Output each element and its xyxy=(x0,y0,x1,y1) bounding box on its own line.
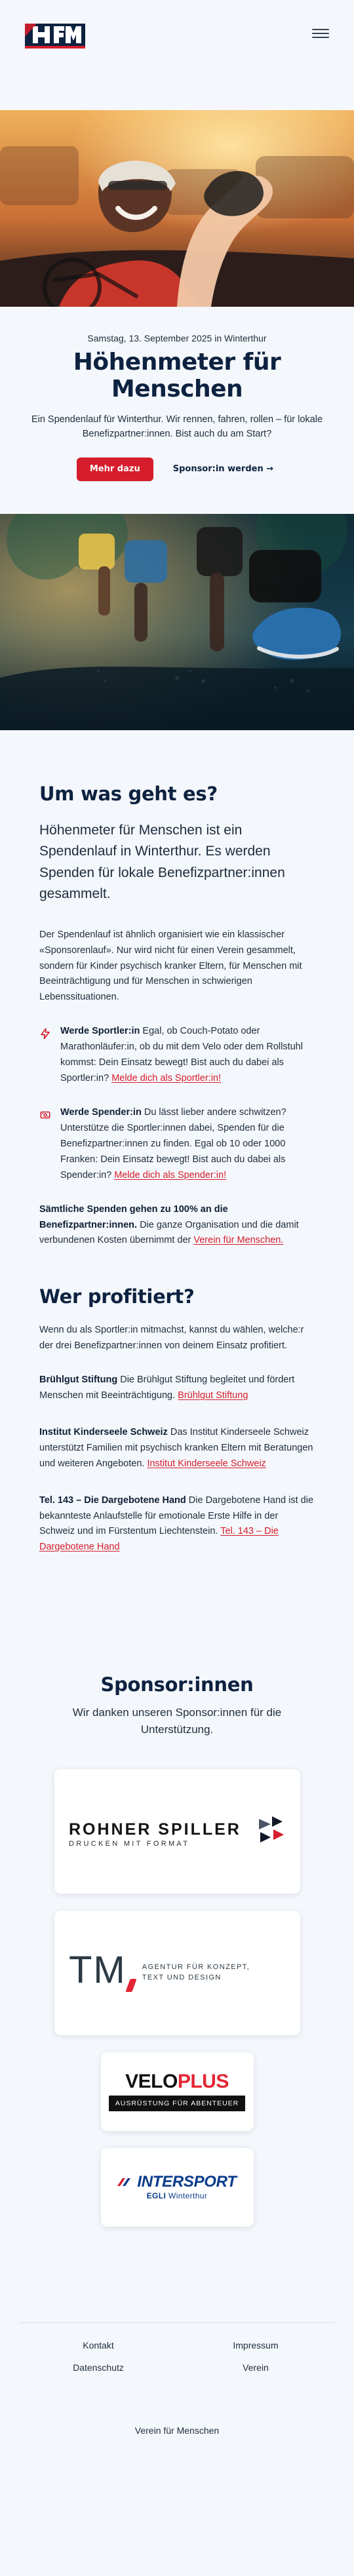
feature-athlete-text: Werde Sportler:in Egal, ob Couch-Potato … xyxy=(60,1024,315,1087)
feature-athlete: Werde Sportler:in Egal, ob Couch-Potato … xyxy=(39,1024,315,1087)
association-link[interactable]: Verein für Menschen. xyxy=(193,1235,283,1245)
donation-note: Sämtliche Spenden gehen zu 100% an die B… xyxy=(39,1202,315,1249)
running-photo xyxy=(0,513,354,730)
intersport-mark-icon xyxy=(117,2177,131,2186)
tm-mark: TM xyxy=(69,1948,137,1992)
beneficiary-name: Tel. 143 – Die Dargebotene Hand xyxy=(39,1494,186,1506)
tm-line-1: AGENTUR FÜR KONZEPT, xyxy=(142,1962,250,1971)
become-sponsor-link[interactable]: Sponsor:in werden → xyxy=(169,463,277,475)
beneficiary-name: Institut Kinderseele Schweiz xyxy=(39,1426,168,1437)
intersport-logo: INTERSPORT EGLI Winterthur xyxy=(117,2172,237,2200)
feature-donor: Werde Spender:in Du lässt lieber andere … xyxy=(39,1105,315,1184)
donor-signup-link[interactable]: Melde dich als Spender:in! xyxy=(114,1170,226,1181)
page-title: Höhenmeter für Menschen xyxy=(73,349,281,403)
page: Samstag, 13. September 2025 in Winterthu… xyxy=(0,0,354,2475)
beneficiary-link-bruehlgut[interactable]: Brühlgut Stiftung xyxy=(178,1390,248,1401)
beneficiaries-title: Wer profitiert? xyxy=(39,1285,195,1308)
hamburger-icon-line xyxy=(312,33,329,34)
intro: Samstag, 13. September 2025 in Winterthu… xyxy=(0,307,354,502)
hero-photo xyxy=(0,110,354,307)
sponsor-card-rohner-spiller[interactable]: ROHNER SPILLER DRUCKEN MIT FORMAT xyxy=(54,1768,300,1894)
hamburger-icon-line xyxy=(312,37,329,38)
beneficiary-link-kinderseele[interactable]: Institut Kinderseele Schweiz xyxy=(147,1458,266,1469)
sponsors-title: Sponsor:innen xyxy=(100,1673,254,1696)
beneficiaries-intro: Wenn du als Sportler:in mitmachst, kanns… xyxy=(39,1325,304,1352)
more-info-button[interactable]: Mehr dazu xyxy=(76,457,153,481)
tm-comma-shape xyxy=(125,1978,137,1992)
intersport-place: Winterthur xyxy=(166,2191,208,2200)
rohner-spiller-subtitle: DRUCKEN MIT FORMAT xyxy=(69,1839,190,1848)
footer-links: Kontakt Impressum Datenschutz Verein xyxy=(20,2340,334,2373)
site-logo[interactable] xyxy=(25,18,85,50)
beneficiary-name: Brühlgut Stiftung xyxy=(39,1375,118,1386)
event-date: Samstag, 13. September 2025 in Winterthu… xyxy=(87,333,267,343)
about-paragraph: Der Spendenlauf ist ähnlich organisiert … xyxy=(39,929,302,1003)
rohner-spiller-icon xyxy=(259,1816,284,1843)
hero-image xyxy=(0,110,354,307)
lightning-icon xyxy=(39,1028,51,1040)
athlete-signup-link[interactable]: Melde dich als Sportler:in! xyxy=(111,1073,221,1083)
footer-bottom: Verein für Menschen xyxy=(20,2425,334,2436)
menu-button[interactable] xyxy=(312,25,329,42)
sponsors-subtitle: Wir danken unseren Sponsor:innen für die… xyxy=(72,1706,282,1736)
feature-donor-text: Werde Spender:in Du lässt lieber andere … xyxy=(60,1105,315,1184)
intersport-egli: EGLI xyxy=(146,2191,167,2200)
sponsor-card-tm[interactable]: TM AGENTUR FÜR KONZEPT, TEXT UND DESIGN xyxy=(54,1910,300,2035)
tm-mark-text: TM xyxy=(69,1948,127,1991)
about-section: Um was geht es? Höhenmeter für Menschen … xyxy=(0,730,354,1595)
beneficiary-143: Tel. 143 – Die Dargebotene Hand Die Darg… xyxy=(39,1493,315,1556)
hamburger-icon-line xyxy=(312,29,329,30)
feature-donor-strong: Werde Spender:in xyxy=(60,1107,142,1118)
beneficiary-kinderseele: Institut Kinderseele Schweiz Das Institu… xyxy=(39,1425,315,1472)
footer-link-impressum[interactable]: Impressum xyxy=(177,2340,334,2351)
veloplus-tagline: AUSRÜSTUNG FÜR ABENTEUER xyxy=(108,2095,246,2111)
footer-link-datenschutz[interactable]: Datenschutz xyxy=(20,2362,177,2373)
footer: Kontakt Impressum Datenschutz Verein Ver… xyxy=(20,2322,334,2475)
top-bar xyxy=(0,0,354,72)
intersport-row: INTERSPORT xyxy=(117,2172,237,2191)
hero-description: Ein Spendenlauf für Winterthur. Wir renn… xyxy=(31,414,323,440)
rohner-spiller-title: ROHNER SPILLER xyxy=(69,1820,241,1839)
feature-athlete-strong: Werde Sportler:in xyxy=(60,1026,140,1037)
beneficiary-bruehlgut: Brühlgut Stiftung Die Brühlgut Stiftung … xyxy=(39,1373,315,1404)
veloplus-logo: VELOPLUS AUSRÜSTUNG FÜR ABENTEUER xyxy=(108,2070,246,2111)
veloplus-title: VELOPLUS xyxy=(125,2070,229,2092)
tm-line-2: TEXT UND DESIGN xyxy=(142,1973,222,1981)
running-image xyxy=(0,513,354,730)
veloplus-velo: VELO xyxy=(125,2070,178,2092)
logo-mark xyxy=(25,24,85,49)
footer-link-kontakt[interactable]: Kontakt xyxy=(20,2340,177,2351)
about-title: Um was geht es? xyxy=(39,782,218,805)
intersport-subtitle: EGLI Winterthur xyxy=(147,2191,208,2200)
money-icon xyxy=(39,1109,51,1121)
intersport-title: INTERSPORT xyxy=(137,2172,237,2191)
veloplus-plus: PLUS xyxy=(177,2070,229,2092)
hero-actions: Mehr dazu Sponsor:in werden → xyxy=(20,457,334,481)
tm-logo: TM AGENTUR FÜR KONZEPT, TEXT UND DESIGN xyxy=(69,1943,285,2002)
footer-link-verein[interactable]: Verein xyxy=(177,2362,334,2373)
sponsor-card-intersport[interactable]: INTERSPORT EGLI Winterthur xyxy=(100,2147,254,2227)
rohner-spiller-logo: ROHNER SPILLER DRUCKEN MIT FORMAT xyxy=(69,1802,285,1861)
about-lead: Höhenmeter für Menschen ist ein Spendenl… xyxy=(39,822,285,902)
footer-organization-link[interactable]: Verein für Menschen xyxy=(135,2425,219,2436)
sponsor-card-veloplus[interactable]: VELOPLUS AUSRÜSTUNG FÜR ABENTEUER xyxy=(100,2052,254,2131)
tm-text: AGENTUR FÜR KONZEPT, TEXT UND DESIGN xyxy=(142,1962,250,1983)
sponsors-section: Sponsor:innen Wir danken unseren Sponsor… xyxy=(0,1595,354,2322)
